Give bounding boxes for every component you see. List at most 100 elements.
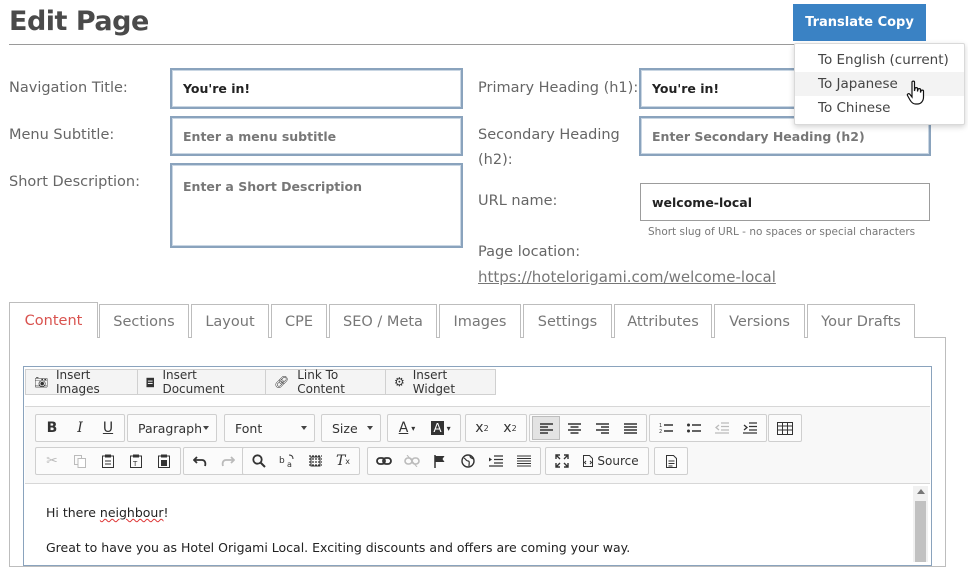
block-indent-icon[interactable] [482,449,510,473]
url-name-label: URL name: [478,193,558,209]
align-left-icon[interactable] [532,416,560,440]
insert-widget-label: Insert Widget [412,368,456,396]
insert-images-button[interactable]: 📷︎ Insert Images [25,368,138,396]
chevron-down-icon [367,426,373,430]
table-icon[interactable] [771,416,799,440]
menu-item-chinese[interactable]: To Chinese [795,96,964,120]
editor-text: ! [163,505,169,520]
align-group [529,414,647,442]
page-title: Edit Page [9,6,149,37]
templates-group [654,447,688,475]
script-group: x2 x2 [465,414,527,442]
maximize-icon[interactable] [548,449,576,473]
paragraph-select[interactable]: Paragraph [127,414,217,442]
tab-seo-meta[interactable]: SEO / Meta [329,304,437,338]
flag-icon[interactable] [426,449,454,473]
tab-layout[interactable]: Layout [191,304,269,338]
font-select-label: Font [235,420,263,436]
justify-icon[interactable] [616,416,644,440]
svg-text:2: 2 [659,429,662,434]
svg-text:b: b [279,456,285,466]
link-to-content-button[interactable]: 🔗︎ Link To Content [265,368,386,396]
unlink-icon[interactable] [398,449,426,473]
search-icon[interactable] [245,449,273,473]
bold-icon[interactable]: B [38,416,66,440]
h2-label-line1: Secondary Heading [478,127,620,143]
menu-subtitle-input[interactable]: Enter a menu subtitle [170,116,463,156]
url-hint: Short slug of URL - no spaces or special… [648,226,916,238]
list-group: 12 [649,414,767,442]
tab-attributes[interactable]: Attributes [614,304,712,338]
align-center-icon[interactable] [560,416,588,440]
align-right-icon[interactable] [588,416,616,440]
tab-versions[interactable]: Versions [714,304,805,338]
numbered-list-icon[interactable]: 12 [652,416,680,440]
misspelled-word: neighbour [99,505,164,520]
gear-icon: ⚙ [394,375,405,389]
superscript-icon[interactable]: x2 [496,416,524,440]
page-location-label: Page location: [478,244,581,260]
svg-text:T: T [132,460,138,468]
cut-icon[interactable]: ✂ [38,449,66,473]
paste-text-icon[interactable]: T [122,449,150,473]
nav-title-label: Navigation Title: [9,80,128,96]
short-description-textarea[interactable]: Enter a Short Description [170,163,463,248]
tab-images[interactable]: Images [439,304,521,338]
insert-document-label: Insert Document [162,368,225,396]
scroll-up-icon[interactable] [917,489,925,494]
hand-cursor-icon [906,80,925,105]
insert-document-button[interactable]: Insert Document [137,368,266,396]
insert-widget-button[interactable]: ⚙ Insert Widget [385,368,496,396]
paste-icon[interactable] [94,449,122,473]
bullet-list-icon[interactable] [680,416,708,440]
size-select-label: Size [332,420,358,436]
redo-icon[interactable] [214,449,242,473]
translate-copy-button[interactable]: Translate Copy [793,4,926,41]
url-name-input[interactable]: welcome-local [640,183,930,221]
text-color-icon[interactable]: A ▾ [390,416,424,440]
horizontal-rule-icon[interactable] [510,449,538,473]
link-icon[interactable] [370,449,398,473]
underline-icon[interactable]: U [94,416,122,440]
font-select[interactable]: Font [224,414,315,442]
menu-subtitle-label: Menu Subtitle: [9,127,115,143]
table-group [768,414,802,442]
scrollbar-thumb[interactable] [915,501,926,562]
tab-your-drafts[interactable]: Your Drafts [807,304,915,338]
h1-label: Primary Heading (h1): [478,80,639,96]
svg-text:a: a [287,460,292,468]
subscript-icon[interactable]: x2 [468,416,496,440]
background-color-icon[interactable]: A ▾ [424,416,458,440]
replace-icon[interactable]: ba [273,449,301,473]
editor-line-2[interactable]: Great to have you as Hotel Origami Local… [46,540,630,555]
page-location-link[interactable]: https://hotelorigami.com/welcome-local [478,268,776,286]
source-button[interactable]: Source [576,449,646,473]
tools-group: ba Tx [242,447,360,475]
tab-sections[interactable]: Sections [99,304,189,338]
menu-item-english[interactable]: To English (current) [795,48,964,72]
copy-icon[interactable] [66,449,94,473]
tab-cpe[interactable]: CPE [271,304,327,338]
nav-title-input[interactable]: You're in! [170,68,463,109]
outdent-icon[interactable] [708,416,736,440]
editor-line-1[interactable]: Hi there neighbour! [46,505,169,520]
links-group [367,447,541,475]
h2-label-line2: (h2): [478,152,513,168]
view-group: Source [545,447,649,475]
size-select[interactable]: Size [321,414,381,442]
tab-settings[interactable]: Settings [523,304,612,338]
menu-item-japanese[interactable]: To Japanese [795,72,964,96]
undo-icon[interactable] [186,449,214,473]
templates-icon[interactable] [657,449,685,473]
indent-icon[interactable] [736,416,764,440]
paste-word-icon[interactable] [150,449,178,473]
translate-menu: To English (current) To Japanese To Chin… [794,43,965,125]
select-all-icon[interactable] [301,449,329,473]
tab-content[interactable]: Content [9,302,98,339]
remove-format-icon[interactable]: Tx [329,449,357,473]
globe-icon[interactable] [454,449,482,473]
source-icon [583,455,594,467]
format-group: B I U [35,414,125,442]
insert-images-label: Insert Images [55,368,100,396]
italic-icon[interactable]: I [66,416,94,440]
